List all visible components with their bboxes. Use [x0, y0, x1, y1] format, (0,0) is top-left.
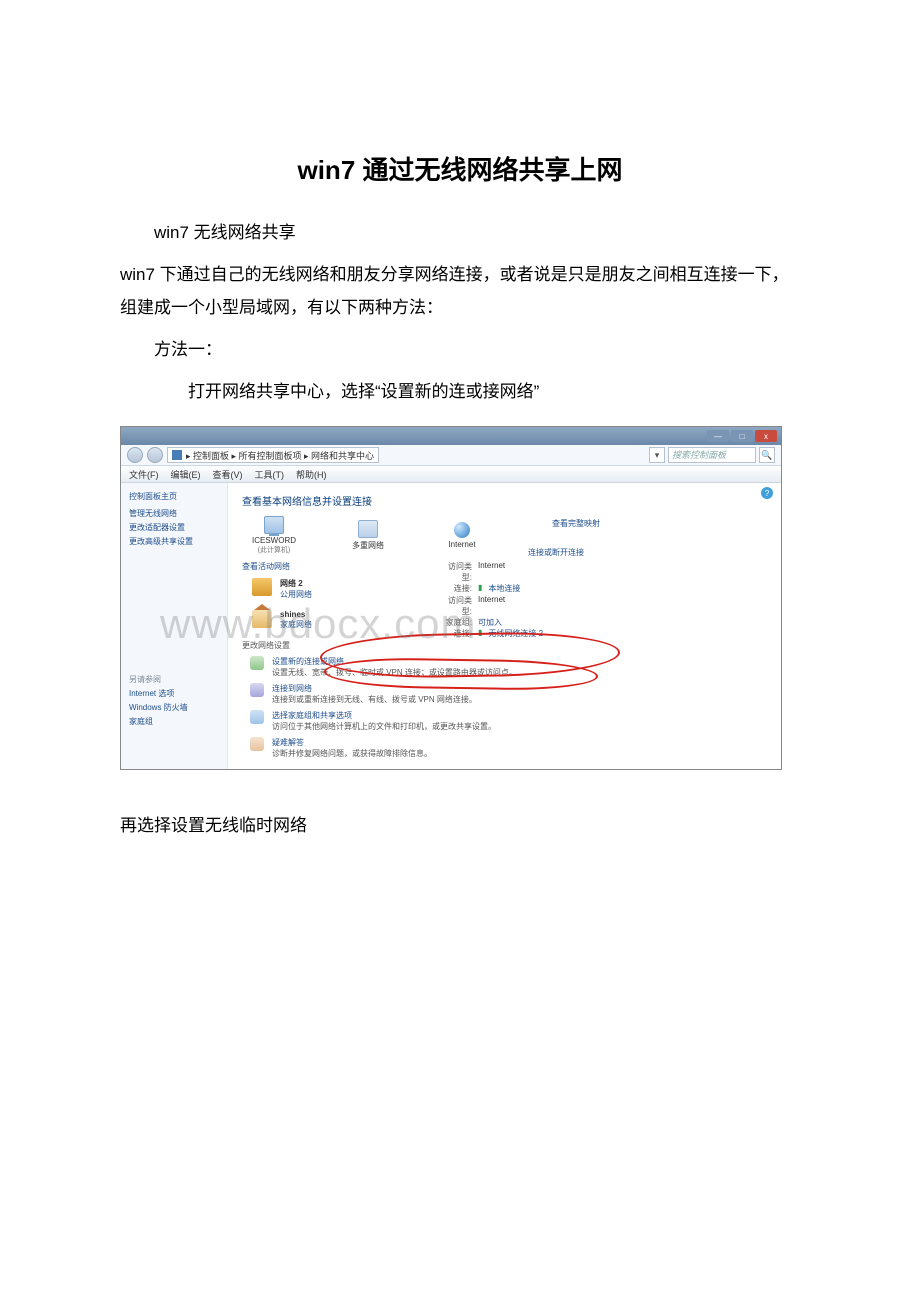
net1-type-link[interactable]: 公用网络	[280, 589, 312, 600]
connect-network-icon	[250, 683, 264, 697]
window-maximize-button[interactable]: □	[731, 430, 753, 442]
map-node-multi: 多重网络	[346, 520, 390, 551]
menu-bar: 文件(F) 编辑(E) 查看(V) 工具(T) 帮助(H)	[121, 466, 781, 483]
nav-forward-button[interactable]	[147, 447, 163, 463]
sidebar-link-advanced[interactable]: 更改高级共享设置	[129, 536, 219, 547]
nav-back-button[interactable]	[127, 447, 143, 463]
sidebar-link-firewall[interactable]: Windows 防火墙	[129, 702, 219, 713]
action3-title: 疑难解答	[272, 737, 432, 748]
main-panel: ? 查看基本网络信息并设置连接 ICESWORD (此计算机) 多重网络 Inte…	[228, 483, 781, 769]
signal-icon: ▮	[478, 628, 482, 639]
map-node-this-pc: ICESWORD (此计算机)	[252, 516, 296, 555]
map-internet-label: Internet	[448, 540, 475, 549]
sidebar-link-adapter[interactable]: 更改适配器设置	[129, 522, 219, 533]
search-icon[interactable]: 🔍	[759, 447, 775, 463]
net2-prop2-label: 连接:	[438, 628, 472, 639]
sidebar-see-also-title: 另请参阅	[129, 674, 219, 685]
sidebar: 控制面板主页 管理无线网络 更改适配器设置 更改高级共享设置 另请参阅 Inte…	[121, 483, 228, 769]
view-full-map-link[interactable]: 查看完整映射	[552, 518, 600, 529]
paragraph-step-1: 打开网络共享中心，选择“设置新的连或接网络”	[120, 376, 800, 408]
paragraph-method-1: 方法一：	[120, 334, 800, 366]
action2-title: 选择家庭组和共享选项	[272, 710, 496, 721]
menu-tools[interactable]: 工具(T)	[255, 468, 285, 481]
map-pc-name: ICESWORD	[252, 536, 296, 545]
home-network-icon	[252, 610, 272, 628]
setup-connection-icon	[250, 656, 264, 670]
action1-desc: 连接到或重新连接到无线、有线、拨号或 VPN 网络连接。	[272, 694, 477, 705]
net2-name: shines	[280, 610, 312, 619]
net2-connection-link[interactable]: 无线网络连接 2	[488, 628, 543, 639]
computer-icon	[264, 516, 284, 534]
paragraph-intro-2: win7 下通过自己的无线网络和朋友分享网络连接，或者说是只是朋友之间相互连接一…	[120, 259, 800, 324]
net2-prop0-label: 访问类型:	[438, 595, 472, 617]
window-close-button[interactable]: x	[755, 430, 777, 442]
net2-prop1-label: 家庭组:	[438, 617, 472, 628]
breadcrumb-path[interactable]: ▸ 控制面板 ▸ 所有控制面板项 ▸ 网络和共享中心	[167, 447, 379, 463]
network-icon	[358, 520, 378, 538]
globe-icon	[454, 522, 470, 538]
menu-view[interactable]: 查看(V)	[213, 468, 243, 481]
action2-desc: 访问位于其他网络计算机上的文件和打印机，或更改共享设置。	[272, 721, 496, 732]
breadcrumb-text: ▸ 控制面板 ▸ 所有控制面板项 ▸ 网络和共享中心	[186, 449, 374, 462]
action-homegroup[interactable]: 选择家庭组和共享选项 访问位于其他网络计算机上的文件和打印机，或更改共享设置。	[250, 710, 767, 732]
net1-prop0-value: Internet	[478, 561, 505, 583]
net2-homegroup-link[interactable]: 可加入	[478, 617, 502, 628]
action-troubleshoot[interactable]: 疑难解答 诊断并修复网络问题，或获得故障排除信息。	[250, 737, 767, 759]
net1-prop0-label: 访问类型:	[438, 561, 472, 583]
paragraph-step-2: 再选择设置无线临时网络	[120, 810, 800, 842]
paragraph-intro-1: win7 无线网络共享	[120, 217, 800, 249]
sidebar-link-wireless[interactable]: 管理无线网络	[129, 508, 219, 519]
sidebar-link-homegroup[interactable]: 家庭组	[129, 716, 219, 727]
sidebar-home-link[interactable]: 控制面板主页	[129, 491, 219, 502]
action-connect-network[interactable]: 连接到网络 连接到或重新连接到无线、有线、拨号或 VPN 网络连接。	[250, 683, 767, 705]
map-multi-label: 多重网络	[352, 540, 384, 551]
search-input[interactable]: 搜索控制面板	[668, 447, 756, 463]
action0-title: 设置新的连接或网络	[272, 656, 517, 667]
menu-help[interactable]: 帮助(H)	[296, 468, 327, 481]
action0-desc: 设置无线、宽带、拨号、临时或 VPN 连接；或设置路由器或访问点。	[272, 667, 517, 678]
homegroup-icon	[250, 710, 264, 724]
menu-file[interactable]: 文件(F)	[129, 468, 159, 481]
action1-title: 连接到网络	[272, 683, 477, 694]
net1-connection-link[interactable]: 本地连接	[488, 583, 520, 594]
screenshot-window: — □ x ▸ 控制面板 ▸ 所有控制面板项 ▸ 网络和共享中心 ▾ 搜索控制面…	[120, 426, 782, 770]
document-title: win7 通过无线网络共享上网	[120, 150, 800, 187]
main-heading: 查看基本网络信息并设置连接	[242, 493, 767, 508]
menu-edit[interactable]: 编辑(E)	[171, 468, 201, 481]
action-setup-new-connection[interactable]: 设置新的连接或网络 设置无线、宽带、拨号、临时或 VPN 连接；或设置路由器或访…	[250, 656, 767, 678]
control-panel-icon	[172, 450, 182, 460]
change-settings-heading: 更改网络设置	[242, 640, 767, 651]
map-node-internet: Internet	[440, 522, 484, 549]
signal-icon: ▮	[478, 583, 482, 594]
connect-disconnect-link[interactable]: 连接或断开连接	[528, 547, 584, 558]
window-minimize-button[interactable]: —	[707, 430, 729, 442]
net2-type-link[interactable]: 家庭网络	[280, 619, 312, 630]
breadcrumb-bar: ▸ 控制面板 ▸ 所有控制面板项 ▸ 网络和共享中心 ▾ 搜索控制面板 🔍	[121, 445, 781, 466]
help-icon[interactable]: ?	[761, 487, 773, 499]
network-entry-2: shines 家庭网络 访问类型:Internet 家庭组:可加入 连接:▮无线…	[252, 610, 767, 630]
net1-name: 网络 2	[280, 578, 312, 589]
sidebar-link-internet-options[interactable]: Internet 选项	[129, 688, 219, 699]
breadcrumb-dropdown-button[interactable]: ▾	[649, 447, 665, 463]
troubleshoot-icon	[250, 737, 264, 751]
window-titlebar: — □ x	[121, 427, 781, 445]
public-network-icon	[252, 578, 272, 596]
map-pc-sub: (此计算机)	[258, 547, 291, 554]
action3-desc: 诊断并修复网络问题，或获得故障排除信息。	[272, 748, 432, 759]
net1-prop1-label: 连接:	[438, 583, 472, 594]
network-map: ICESWORD (此计算机) 多重网络 Internet 查看完整映射	[252, 516, 767, 555]
net2-prop0-value: Internet	[478, 595, 505, 617]
